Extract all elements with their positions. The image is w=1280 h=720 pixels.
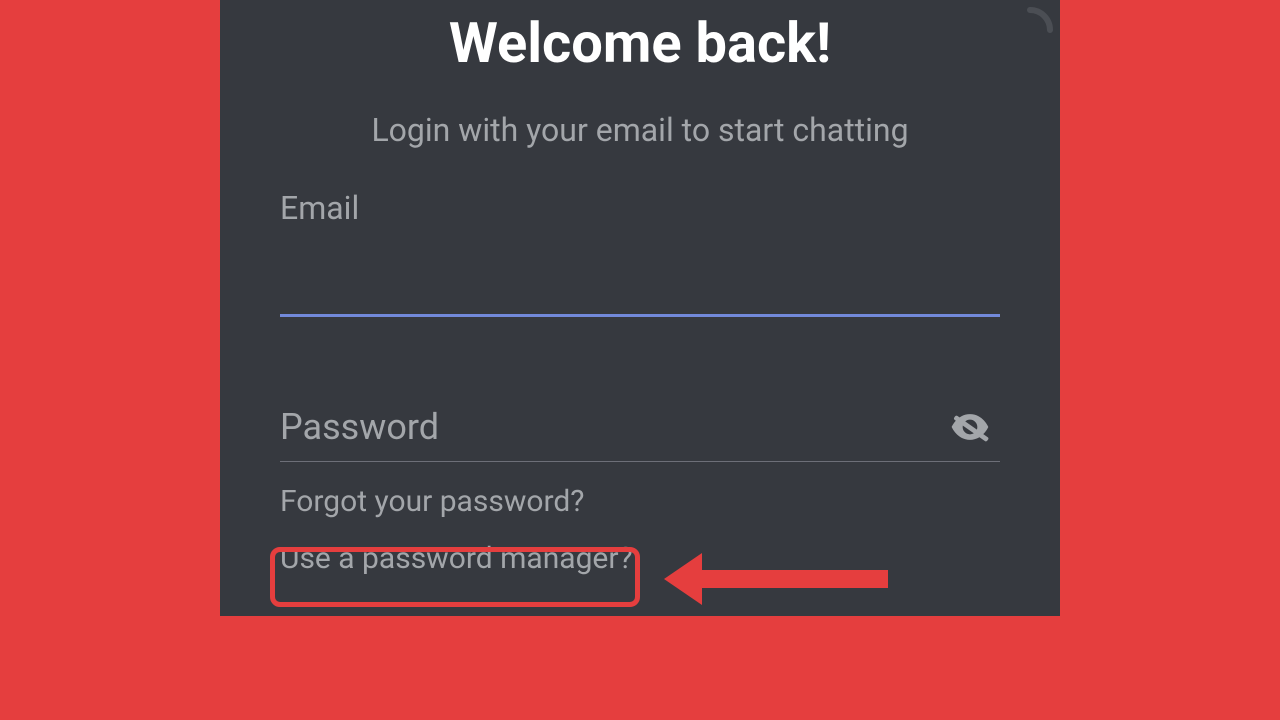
email-label: Email xyxy=(280,189,1000,227)
spinner-icon xyxy=(1006,6,1054,54)
eye-off-icon[interactable] xyxy=(948,405,992,449)
email-input-wrap xyxy=(280,257,1000,317)
password-field-group[interactable]: Password xyxy=(280,402,1000,462)
page-title: Welcome back! xyxy=(280,0,1000,76)
page-subtitle: Login with your email to start chatting xyxy=(280,111,1000,149)
login-panel: Welcome back! Login with your email to s… xyxy=(220,0,1060,616)
email-field-group: Email xyxy=(280,189,1000,317)
password-placeholder: Password xyxy=(280,406,439,448)
password-manager-link[interactable]: Use a password manager? xyxy=(280,541,1000,576)
email-input[interactable] xyxy=(280,257,1000,314)
forgot-password-link[interactable]: Forgot your password? xyxy=(280,484,584,519)
